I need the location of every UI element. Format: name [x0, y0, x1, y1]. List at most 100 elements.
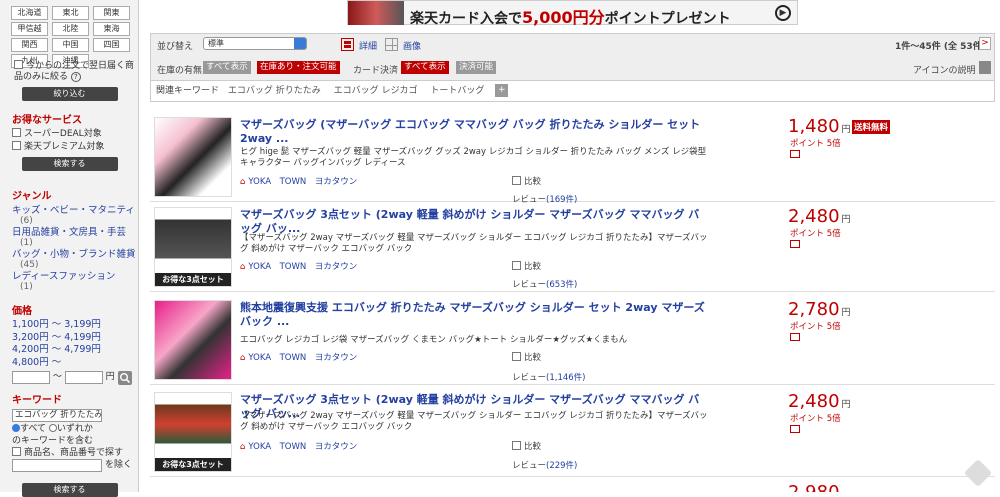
product-image[interactable]: お得な3点セット: [154, 207, 232, 287]
detail-view-link[interactable]: 詳細: [359, 39, 377, 52]
region-button[interactable]: 北陸: [52, 22, 89, 36]
plus-icon[interactable]: +: [495, 84, 509, 97]
set-badge: お得な3点セット: [155, 273, 231, 286]
checkbox[interactable]: [12, 447, 21, 456]
product-item: 2,980: [150, 480, 995, 492]
region-button[interactable]: 東海: [93, 22, 130, 36]
item-number-option[interactable]: 商品名、商品番号で探す: [12, 447, 138, 459]
product-title[interactable]: マザーズバッグ (マザーバッグ エコバッグ ママバッグ バッグ 折りたたみ ショ…: [240, 118, 710, 146]
checkbox[interactable]: [512, 261, 521, 270]
genre-count: (1): [20, 282, 33, 292]
deal-option[interactable]: スーパーDEAL対象: [12, 128, 137, 141]
related-label: 関連キーワード: [156, 86, 220, 96]
card-icon: [790, 150, 800, 158]
product-image[interactable]: お得な3点セット: [154, 392, 232, 472]
keyword-note: のキーワードを含む: [12, 436, 94, 446]
price-link[interactable]: 4,200円 〜 4,799円: [12, 344, 137, 357]
product-description: 【マザーズバッグ 2way マザーズバッグ 軽量 マザーズバッグ ショルダー エ…: [240, 411, 708, 432]
main-content: 並び替え 標準 詳細 画像 1件〜45件 (全 53件) > 在庫の有無 すべて…: [150, 0, 1000, 492]
shop-link[interactable]: ⌂ YOKA TOWN ヨカタウン: [240, 260, 357, 272]
price: 2,480 円: [788, 391, 851, 412]
checkbox[interactable]: [512, 176, 521, 185]
checkbox[interactable]: [12, 128, 21, 137]
exclude-input[interactable]: [12, 459, 102, 472]
stock-available-button[interactable]: 在庫あり・注文可能: [257, 61, 340, 74]
review-link[interactable]: レビュー(229件): [512, 459, 577, 471]
radio-all[interactable]: [12, 424, 20, 432]
region-button[interactable]: 東北: [52, 6, 89, 20]
chevron-down-icon[interactable]: [979, 61, 991, 74]
genre-link[interactable]: バッグ・小物・ブランド雑貨: [12, 249, 137, 260]
region-button[interactable]: 甲信越: [11, 22, 48, 36]
card-payment-label: カード決済: [353, 66, 399, 76]
product-image[interactable]: [154, 117, 232, 197]
price-link[interactable]: 4,800円 〜: [12, 357, 137, 370]
search-button[interactable]: 検索する: [21, 157, 118, 171]
genre-count: (45): [20, 260, 39, 270]
related-keyword-link[interactable]: トートバッグ: [430, 86, 484, 96]
sidebar: 北海道 東北 関東 甲信越 北陸 東海 関西 中国 四国 九州 沖縄 今からの注…: [0, 0, 139, 497]
icon-help-link[interactable]: アイコンの説明: [913, 63, 976, 76]
home-icon: ⌂: [240, 177, 246, 187]
region-button[interactable]: 四国: [93, 38, 130, 52]
price-min-input[interactable]: [12, 371, 50, 384]
review-link[interactable]: レビュー(653件): [512, 278, 577, 290]
genre-link[interactable]: 日用品雑貨・文房具・手芸: [12, 227, 137, 238]
price-link[interactable]: 1,100円 〜 3,199円: [12, 319, 137, 332]
checkbox[interactable]: [512, 441, 521, 450]
control-panel: 並び替え 標準 詳細 画像 1件〜45件 (全 53件) > 在庫の有無 すべて…: [150, 33, 995, 81]
radio-any[interactable]: [48, 424, 57, 432]
region-button[interactable]: 関東: [93, 6, 130, 20]
keyword-input[interactable]: エコバッグ 折りたたみ: [12, 409, 102, 422]
product-image[interactable]: [154, 300, 232, 380]
price-max-input[interactable]: [64, 371, 103, 384]
checkbox[interactable]: [512, 352, 521, 361]
related-keyword-link[interactable]: エコバッグ 折りたたみ: [228, 86, 321, 96]
price: 1,480 円: [788, 116, 851, 137]
checkbox[interactable]: [12, 141, 21, 150]
product-description: エコバッグ レジカゴ レジ袋 マザーズバッグ くまモン バッグ★トート ショルダ…: [240, 335, 628, 345]
related-keywords: 関連キーワード エコバッグ 折りたたみ エコバッグ レジカゴ トートバッグ +: [150, 81, 995, 102]
search-icon[interactable]: [117, 371, 132, 385]
product-title[interactable]: マザーズバッグ 3点セット (2way 軽量 斜めがけ ショルダー マザーズバッ…: [240, 208, 710, 236]
price-heading: 価格: [12, 306, 32, 317]
result-count: 1件〜45件 (全 53件): [895, 42, 986, 52]
list-view-icon[interactable]: [341, 38, 354, 51]
genre-link[interactable]: キッズ・ベビー・マタニティ: [12, 205, 137, 216]
compare-option[interactable]: 比較: [512, 351, 541, 363]
narrow-button[interactable]: 絞り込む: [21, 87, 118, 101]
shop-link[interactable]: ⌂ YOKA TOWN ヨカタウン: [240, 175, 357, 187]
shop-link[interactable]: ⌂ YOKA TOWN ヨカタウン: [240, 440, 357, 452]
payment-all-button[interactable]: すべて表示: [401, 61, 449, 74]
checkbox[interactable]: [14, 60, 23, 69]
related-keyword-link[interactable]: エコバッグ レジカゴ: [334, 86, 418, 96]
deals-heading: お得なサービス: [12, 115, 82, 126]
product-title[interactable]: 熊本地震復興支援 エコバッグ 折りたたみ マザーズバッグ ショルダー セット 2…: [240, 301, 710, 329]
sort-select[interactable]: 標準: [203, 37, 307, 50]
next-day-filter[interactable]: 今からの注文で翌日届く商品のみに絞る ?: [14, 60, 136, 83]
deal-option[interactable]: 楽天プレミアム対象: [12, 141, 137, 154]
free-shipping-badge: 送料無料: [852, 120, 891, 134]
card-icon: [790, 333, 800, 341]
keyword-heading: キーワード: [12, 395, 62, 406]
review-link[interactable]: レビュー(1,146件): [512, 371, 585, 383]
search-button[interactable]: 検索する: [21, 483, 118, 497]
keyword-mode: すべて いずれか: [12, 423, 138, 435]
help-icon[interactable]: ?: [70, 72, 81, 82]
price-link[interactable]: 3,200円 〜 4,199円: [12, 332, 137, 345]
region-button[interactable]: 中国: [52, 38, 89, 52]
compare-option[interactable]: 比較: [512, 175, 541, 187]
payment-ok-button[interactable]: 決済可能: [456, 61, 497, 74]
compare-option[interactable]: 比較: [512, 440, 541, 452]
shop-link[interactable]: ⌂ YOKA TOWN ヨカタウン: [240, 351, 357, 363]
compare-option[interactable]: 比較: [512, 260, 541, 272]
region-button[interactable]: 北海道: [11, 6, 48, 20]
image-view-link[interactable]: 画像: [403, 39, 421, 52]
stock-all-button[interactable]: すべて表示: [203, 61, 251, 74]
point-info: ポイント 5倍: [790, 414, 841, 424]
region-button[interactable]: 関西: [11, 38, 48, 52]
grid-view-icon[interactable]: [385, 38, 398, 51]
genre-link[interactable]: レディースファッション: [12, 271, 137, 282]
next-page-button[interactable]: >: [979, 37, 991, 50]
price: 2,480 円: [788, 206, 851, 227]
